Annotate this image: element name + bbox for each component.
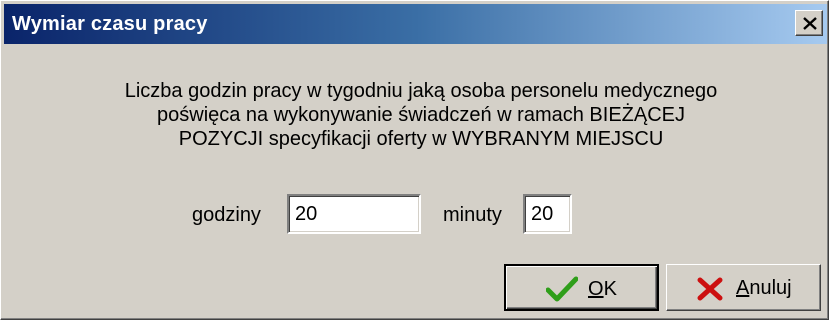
minutes-input[interactable] <box>523 194 572 234</box>
minutes-label: minuty <box>443 204 502 226</box>
hours-label: godziny <box>192 204 261 226</box>
close-icon <box>803 17 817 30</box>
ok-label: OK <box>588 278 617 300</box>
ok-button[interactable]: OK <box>504 264 659 311</box>
title-bar[interactable]: Wymiar czasu pracy <box>4 4 827 44</box>
dialog-window: Wymiar czasu pracy Liczba godzin pracy w… <box>0 0 829 320</box>
description-text: Liczba godzin pracy w tygodniu jaką osob… <box>61 79 781 151</box>
description-line: POZYCJI specyfikacji oferty w WYBRANYM M… <box>178 128 664 150</box>
window-title: Wymiar czasu pracy <box>12 13 208 35</box>
cross-icon <box>697 277 723 301</box>
close-button[interactable] <box>795 10 823 36</box>
description-line: Liczba godzin pracy w tygodniu jaką osob… <box>124 80 718 102</box>
cancel-label: Anuluj <box>736 277 792 299</box>
description-line: poświęca na wykonywanie świadczeń w rama… <box>157 104 685 126</box>
hours-input[interactable] <box>287 194 421 234</box>
cancel-button[interactable]: Anuluj <box>666 264 821 311</box>
checkmark-icon <box>546 276 578 302</box>
